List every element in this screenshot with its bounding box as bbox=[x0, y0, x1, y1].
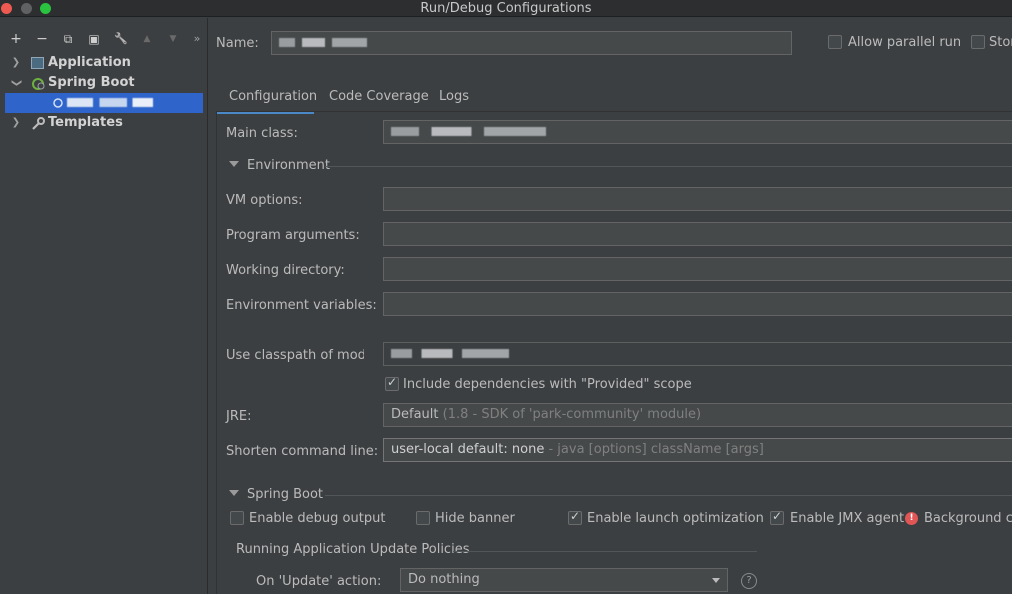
classpath-module-select[interactable] bbox=[383, 342, 1012, 366]
configuration-editor: Name: Allow parallel run Stor Configurat… bbox=[209, 18, 1012, 594]
classpath-module-label: Use classpath of module bbox=[226, 348, 364, 363]
copy-configuration-button[interactable]: ⧉ bbox=[61, 30, 75, 48]
tree-item-label: Templates bbox=[48, 115, 123, 130]
move-up-button[interactable]: ▲ bbox=[140, 30, 154, 48]
vm-options-label: VM options: bbox=[226, 193, 303, 208]
spring-boot-divider bbox=[325, 495, 1012, 496]
application-icon bbox=[31, 57, 44, 69]
environment-section-toggle[interactable]: Environment bbox=[229, 157, 330, 175]
on-update-action-value: Do nothing bbox=[408, 572, 480, 587]
shorten-value: user-local default: none bbox=[391, 442, 545, 457]
environment-variables-label: Environment variables: bbox=[226, 298, 377, 313]
environment-section-label: Environment bbox=[247, 158, 331, 173]
name-field[interactable] bbox=[271, 31, 792, 55]
add-configuration-button[interactable]: + bbox=[9, 30, 23, 48]
store-as-project-file-checkbox[interactable] bbox=[971, 35, 985, 49]
main-class-field[interactable] bbox=[383, 120, 1012, 144]
allow-parallel-run-label: Allow parallel run bbox=[848, 35, 962, 50]
tree-item-label: Application bbox=[48, 55, 131, 70]
on-update-action-label: On 'Update' action: bbox=[256, 574, 382, 589]
environment-divider bbox=[325, 166, 1012, 167]
include-provided-checkbox[interactable] bbox=[385, 375, 399, 391]
spring-boot-config-icon bbox=[51, 97, 64, 109]
configurations-sidebar: + − ⧉ ▣ 🔧 ▲ ▼ » ❯ Application ❯ Spring B… bbox=[0, 18, 208, 594]
tree-item-selected-configuration[interactable] bbox=[5, 93, 203, 113]
chevron-right-icon[interactable]: ❯ bbox=[11, 113, 21, 133]
enable-jmx-agent-checkbox[interactable] bbox=[770, 509, 784, 525]
spring-boot-section-toggle[interactable]: Spring Boot bbox=[229, 486, 323, 504]
shorten-command-line-select[interactable]: user-local default: none - java [options… bbox=[383, 438, 1012, 462]
tab-code-coverage[interactable]: Code Coverage bbox=[329, 86, 429, 114]
update-policies-title: Running Application Update Policies bbox=[236, 542, 470, 557]
name-label: Name: bbox=[216, 36, 259, 51]
more-actions-button[interactable]: » bbox=[190, 30, 204, 48]
triangle-down-icon bbox=[229, 161, 239, 167]
jre-select[interactable]: Default (1.8 - SDK of 'park-community' m… bbox=[383, 403, 1012, 427]
main-class-label: Main class: bbox=[226, 126, 298, 141]
tab-logs[interactable]: Logs bbox=[439, 86, 469, 114]
remove-configuration-button[interactable]: − bbox=[35, 30, 49, 48]
triangle-down-icon bbox=[229, 490, 239, 496]
error-icon: ! bbox=[905, 512, 918, 525]
wrench-icon bbox=[31, 117, 45, 130]
store-as-project-file-label: Stor bbox=[989, 35, 1012, 50]
redacted-name-value bbox=[279, 38, 367, 47]
tree-item-templates[interactable]: ❯ Templates bbox=[5, 113, 203, 133]
working-directory-field[interactable] bbox=[383, 257, 1012, 281]
help-icon[interactable]: ? bbox=[741, 573, 757, 589]
program-arguments-label: Program arguments: bbox=[226, 228, 360, 243]
hide-banner-label: Hide banner bbox=[435, 511, 515, 526]
save-configuration-button[interactable]: ▣ bbox=[87, 30, 101, 48]
move-down-button[interactable]: ▼ bbox=[166, 30, 180, 48]
vm-options-field[interactable] bbox=[383, 187, 1012, 211]
enable-launch-optimization-label: Enable launch optimization bbox=[587, 511, 764, 526]
redacted-main-class bbox=[391, 127, 546, 136]
hide-banner-checkbox[interactable] bbox=[416, 511, 430, 525]
chevron-down-icon[interactable]: ❯ bbox=[6, 78, 26, 88]
redacted-config-name bbox=[67, 98, 153, 107]
allow-parallel-run-checkbox[interactable] bbox=[828, 35, 842, 49]
jre-label: JRE: bbox=[226, 409, 252, 424]
configuration-panel: Main class: Environment VM options: Prog… bbox=[216, 112, 1012, 594]
enable-debug-output-checkbox[interactable] bbox=[230, 511, 244, 525]
spring-boot-section-label: Spring Boot bbox=[247, 487, 324, 502]
chevron-right-icon[interactable]: ❯ bbox=[11, 53, 21, 73]
shorten-command-line-label: Shorten command line: bbox=[226, 444, 379, 459]
on-update-action-select[interactable]: Do nothing bbox=[400, 568, 728, 592]
window-title: Run/Debug Configurations bbox=[420, 1, 592, 16]
enable-jmx-agent-label: Enable JMX agent bbox=[790, 511, 905, 526]
update-policies-divider bbox=[453, 551, 757, 552]
background-compilation-label: Background co bbox=[924, 511, 1012, 526]
tree-item-application[interactable]: ❯ Application bbox=[5, 53, 203, 73]
program-arguments-field[interactable] bbox=[383, 222, 1012, 246]
edit-templates-button[interactable]: 🔧 bbox=[113, 30, 129, 48]
tab-configuration[interactable]: Configuration bbox=[216, 86, 317, 114]
tree-item-spring-boot[interactable]: ❯ Spring Boot bbox=[5, 73, 203, 93]
redacted-module-name bbox=[391, 349, 509, 358]
shorten-hint: - java [options] className [args] bbox=[548, 442, 764, 457]
working-directory-label: Working directory: bbox=[226, 263, 345, 278]
jre-value: Default bbox=[391, 407, 439, 422]
enable-debug-output-label: Enable debug output bbox=[249, 511, 386, 526]
title-bar: Run/Debug Configurations bbox=[0, 0, 1012, 17]
enable-launch-optimization-checkbox[interactable] bbox=[568, 509, 582, 525]
tree-item-label: Spring Boot bbox=[48, 75, 135, 90]
spring-boot-icon bbox=[31, 77, 45, 90]
environment-variables-field[interactable] bbox=[383, 292, 1012, 316]
jre-hint: (1.8 - SDK of 'park-community' module) bbox=[442, 407, 702, 422]
include-provided-label: Include dependencies with "Provided" sco… bbox=[403, 377, 692, 392]
chevron-down-icon bbox=[712, 578, 720, 583]
